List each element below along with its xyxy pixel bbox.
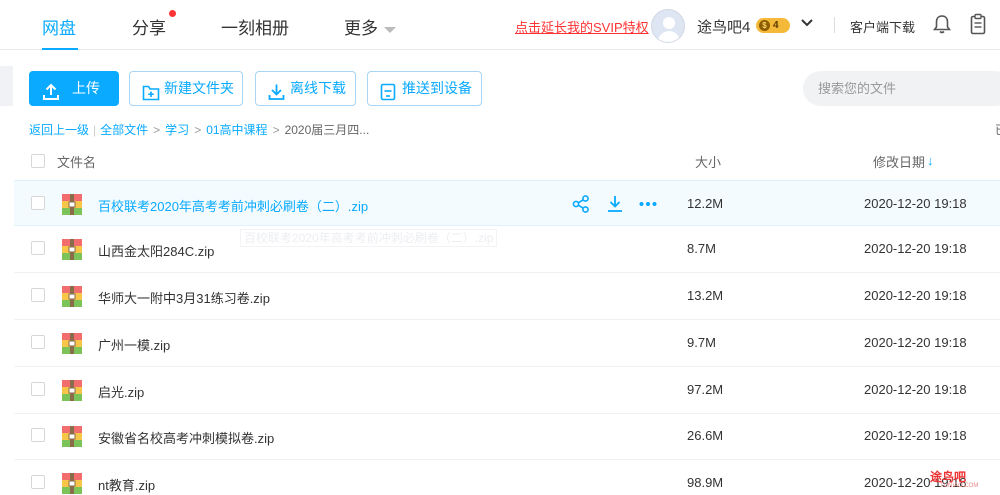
nav-tab-more[interactable]: 更多 — [344, 14, 396, 39]
file-name[interactable]: 启光.zip — [98, 382, 144, 401]
breadcrumb-high-school[interactable]: 01高中课程 — [206, 123, 267, 137]
upload-icon — [42, 80, 60, 113]
offline-download-button[interactable]: 离线下载 — [255, 71, 356, 106]
row-checkbox[interactable] — [31, 428, 45, 442]
file-name[interactable]: 安徽省名校高考冲刺模拟卷.zip — [98, 428, 274, 447]
row-checkbox[interactable] — [31, 196, 45, 210]
file-size: 97.2M — [687, 382, 724, 397]
table-row[interactable]: 山西金太阳284C.zip 8.7M 2020-12-20 19:18 — [14, 226, 1000, 273]
nav-tab-share[interactable]: 分享 — [132, 14, 166, 39]
watermark-text: 途鸟吧 — [930, 470, 967, 484]
zip-file-icon — [62, 332, 82, 354]
breadcrumb-back[interactable]: 返回上一级 — [29, 123, 89, 137]
table-row[interactable]: 华师大一附中3月31练习卷.zip 13.2M 2020-12-20 19:18 — [14, 273, 1000, 320]
coin-icon: $ — [759, 20, 770, 31]
table-row[interactable]: 百校联考2020年高考考前冲刺必刷卷（二）.zip 12.2M 2020-12-… — [14, 180, 1000, 226]
nav-active-indicator — [42, 48, 78, 50]
sort-desc-icon[interactable]: ↓ — [927, 153, 934, 168]
client-download-link[interactable]: 客户端下载 — [850, 17, 915, 36]
share-notification-dot — [169, 10, 176, 17]
zip-file-icon — [62, 379, 82, 401]
nav-divider — [834, 17, 835, 33]
file-date: 2020-12-20 19:18 — [864, 428, 967, 443]
file-size: 12.2M — [687, 196, 724, 211]
more-caret-icon — [384, 26, 396, 33]
row-checkbox[interactable] — [31, 475, 45, 489]
watermark-sub: TUNIAO.COM — [940, 483, 979, 489]
file-size: 98.9M — [687, 475, 724, 490]
row-checkbox[interactable] — [31, 241, 45, 255]
table-row[interactable]: nt教育.zip 98.9M 2020-12-20 19:18 — [14, 460, 1000, 495]
file-date: 2020-12-20 19:18 — [864, 241, 967, 256]
breadcrumb-all-files[interactable]: 全部文件 — [100, 123, 148, 137]
header-filename[interactable]: 文件名 — [57, 152, 96, 171]
file-name[interactable]: 广州一模.zip — [98, 335, 170, 354]
offline-download-label: 离线下载 — [290, 80, 346, 96]
top-navbar: 网盘 分享 一刻相册 更多 点击延长我的SVIP特权 途鸟吧4 $4 客户端下载 — [0, 0, 1000, 50]
device-icon — [380, 80, 396, 113]
nav-more-label: 更多 — [344, 19, 378, 38]
upload-label: 上传 — [72, 80, 100, 96]
zip-file-icon — [62, 472, 82, 494]
breadcrumb-study[interactable]: 学习 — [165, 123, 189, 137]
nav-tab-netdisk[interactable]: 网盘 — [42, 14, 76, 39]
zip-file-icon — [62, 285, 82, 307]
table-row[interactable]: 安徽省名校高考冲刺模拟卷.zip 26.6M 2020-12-20 19:18 — [14, 413, 1000, 460]
file-name[interactable]: 百校联考2020年高考考前冲刺必刷卷（二）.zip — [98, 196, 368, 215]
header-size[interactable]: 大小 — [695, 152, 721, 171]
avatar[interactable] — [651, 9, 685, 43]
breadcrumb-current: 2020届三月四... — [284, 123, 370, 137]
file-date: 2020-12-20 19:18 — [864, 196, 967, 211]
zip-file-icon — [62, 193, 82, 215]
file-size: 8.7M — [687, 241, 716, 256]
upload-button[interactable]: 上传 — [29, 71, 119, 106]
bell-icon[interactable] — [932, 14, 952, 39]
more-options-icon[interactable] — [638, 194, 658, 214]
file-size: 13.2M — [687, 288, 724, 303]
sidebar-edge — [0, 66, 13, 106]
share-icon[interactable] — [571, 194, 591, 214]
new-folder-label: 新建文件夹 — [164, 80, 234, 96]
file-name[interactable]: nt教育.zip — [98, 475, 155, 494]
zip-file-icon — [62, 425, 82, 447]
table-row[interactable]: 广州一模.zip 9.7M 2020-12-20 19:18 — [14, 320, 1000, 367]
breadcrumb: 返回上一级 | 全部文件 > 学习 >01高中课程 >2020届三月四... — [29, 123, 370, 137]
clipboard-icon[interactable] — [970, 13, 986, 40]
file-name[interactable]: 山西金太阳284C.zip — [98, 241, 214, 260]
header-modified-date[interactable]: 修改日期 — [873, 152, 925, 171]
row-checkbox[interactable] — [31, 335, 45, 349]
loaded-count-edge: 已 — [995, 121, 1000, 138]
file-size: 26.6M — [687, 428, 724, 443]
svip-extend-link[interactable]: 点击延长我的SVIP特权 — [515, 17, 649, 36]
file-date: 2020-12-20 19:18 — [864, 382, 967, 397]
filename-tooltip: 百校联考2020年高考考前冲刺必刷卷（二）.zip — [240, 229, 498, 247]
row-download-icon[interactable] — [605, 194, 625, 214]
nav-tab-album[interactable]: 一刻相册 — [221, 14, 289, 39]
username[interactable]: 途鸟吧4 — [697, 16, 750, 37]
file-date: 2020-12-20 19:18 — [864, 288, 967, 303]
zip-file-icon — [62, 238, 82, 260]
svip-level-badge: $4 — [756, 18, 790, 33]
row-checkbox[interactable] — [31, 288, 45, 302]
svip-level: 4 — [773, 20, 779, 31]
file-date: 2020-12-20 19:18 — [864, 335, 967, 350]
new-folder-button[interactable]: 新建文件夹 — [129, 71, 243, 106]
new-folder-icon — [142, 80, 160, 113]
file-name[interactable]: 华师大一附中3月31练习卷.zip — [98, 288, 270, 307]
select-all-checkbox[interactable] — [31, 154, 45, 168]
file-size: 9.7M — [687, 335, 716, 350]
table-row[interactable]: 启光.zip 97.2M 2020-12-20 19:18 — [14, 367, 1000, 414]
push-to-device-button[interactable]: 推送到设备 — [367, 71, 482, 106]
watermark-logo: 途鸟吧 TUNIAO.COM — [930, 468, 978, 489]
push-to-device-label: 推送到设备 — [402, 80, 472, 96]
download-icon — [268, 80, 285, 113]
user-chevron-icon[interactable] — [800, 16, 814, 33]
search-input[interactable] — [803, 71, 1000, 106]
row-checkbox[interactable] — [31, 382, 45, 396]
